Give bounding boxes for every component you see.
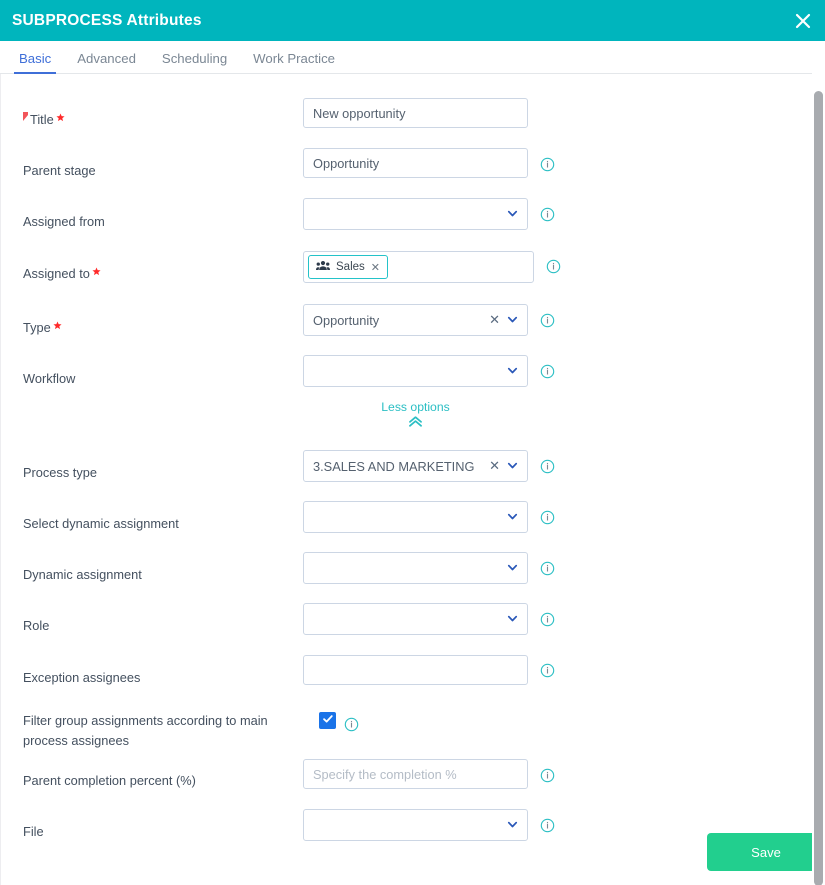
field-label-workflow: Workflow xyxy=(23,369,288,389)
select-workflow[interactable] xyxy=(303,355,528,387)
scrollbar-thumb[interactable] xyxy=(814,91,823,885)
field-label-dynamic-assignment: Dynamic assignment xyxy=(23,565,288,585)
field-label-filter-group-assignments: Filter group assignments according to ma… xyxy=(23,711,273,751)
double-chevron-up-icon xyxy=(303,415,528,433)
label-text: Type xyxy=(23,320,51,335)
close-button[interactable] xyxy=(781,0,825,41)
page-title: SUBPROCESS Attributes xyxy=(12,11,202,29)
info-icon[interactable] xyxy=(540,768,555,783)
label-text: Dynamic assignment xyxy=(23,567,142,582)
label-text: Select dynamic assignment xyxy=(23,516,179,531)
label-text: Exception assignees xyxy=(23,670,141,685)
select-type[interactable]: Opportunity ✕ xyxy=(303,304,528,336)
select-role[interactable] xyxy=(303,603,528,635)
tab-bar: Basic Advanced Scheduling Work Practice xyxy=(0,41,812,75)
input-exception-assignees[interactable] xyxy=(303,655,528,685)
required-asterisk-icon xyxy=(92,266,101,280)
input-title[interactable]: New opportunity xyxy=(303,98,528,128)
input-parent-stage[interactable]: Opportunity xyxy=(303,148,528,178)
select-dynamic-assignment[interactable] xyxy=(303,552,528,584)
label-text: Workflow xyxy=(23,371,76,386)
tab-basic[interactable]: Basic xyxy=(6,52,64,75)
field-value: Opportunity xyxy=(313,312,380,328)
tag-remove-icon[interactable]: ✕ xyxy=(371,261,380,274)
select-file[interactable] xyxy=(303,809,528,841)
field-value: 3.SALES AND MARKETING xyxy=(313,458,475,474)
field-value: Opportunity xyxy=(313,155,380,171)
chevron-down-icon[interactable] xyxy=(507,510,518,525)
form-body: Title New opportunity Parent stage Opportun… xyxy=(0,74,812,885)
field-value: Specify the completion % xyxy=(313,766,457,782)
chevron-down-icon[interactable] xyxy=(507,364,518,379)
label-text: Filter group assignments according to ma… xyxy=(23,713,268,748)
field-label-title: Title xyxy=(23,110,288,130)
tag-label: Sales xyxy=(336,261,365,273)
less-options-label: Less options xyxy=(381,400,450,414)
info-icon[interactable] xyxy=(546,259,561,274)
info-icon[interactable] xyxy=(540,510,555,525)
info-icon[interactable] xyxy=(540,459,555,474)
label-text: Role xyxy=(23,618,50,633)
field-label-assigned-to: Assigned to xyxy=(23,264,288,284)
info-icon[interactable] xyxy=(540,561,555,576)
tab-scheduling[interactable]: Scheduling xyxy=(149,52,240,73)
info-icon[interactable] xyxy=(540,157,555,172)
filter-group-assignments-checkbox[interactable] xyxy=(319,712,336,729)
field-label-type: Type xyxy=(23,318,288,338)
check-icon xyxy=(322,712,334,730)
select-assigned-from[interactable] xyxy=(303,198,528,230)
label-text: Parent completion percent (%) xyxy=(23,773,196,788)
chevron-down-icon[interactable] xyxy=(507,818,518,833)
field-label-exception-assignees: Exception assignees xyxy=(23,668,288,688)
chevron-down-icon[interactable] xyxy=(507,561,518,576)
required-asterisk-icon xyxy=(56,112,65,126)
tab-work-practice[interactable]: Work Practice xyxy=(240,52,348,73)
chevron-down-icon[interactable] xyxy=(507,612,518,627)
info-icon[interactable] xyxy=(540,612,555,627)
dialog-titlebar: SUBPROCESS Attributes xyxy=(0,0,825,41)
label-text: Assigned to xyxy=(23,266,90,281)
field-label-role: Role xyxy=(23,616,288,636)
field-label-process-type: Process type xyxy=(23,463,288,483)
group-icon xyxy=(316,260,330,274)
field-label-parent-completion-percent: Parent completion percent (%) xyxy=(23,771,288,791)
info-icon[interactable] xyxy=(540,207,555,222)
info-icon[interactable] xyxy=(540,364,555,379)
less-options-toggle[interactable]: Less options xyxy=(303,400,528,433)
tab-advanced[interactable]: Advanced xyxy=(64,52,149,73)
required-asterisk-icon xyxy=(53,320,62,334)
info-icon[interactable] xyxy=(540,663,555,678)
save-button[interactable]: Save xyxy=(707,833,825,871)
required-flag-icon xyxy=(23,112,28,121)
info-icon[interactable] xyxy=(540,818,555,833)
info-icon[interactable] xyxy=(344,717,359,732)
subprocess-attributes-dialog: SUBPROCESS Attributes Basic Advanced Sched… xyxy=(0,0,825,885)
field-label-parent-stage: Parent stage xyxy=(23,161,288,181)
field-label-assigned-from: Assigned from xyxy=(23,212,288,232)
info-icon[interactable] xyxy=(540,313,555,328)
select-process-type[interactable]: 3.SALES AND MARKETING ✕ xyxy=(303,450,528,482)
label-text: Assigned from xyxy=(23,214,105,229)
label-text: Parent stage xyxy=(23,163,96,178)
input-parent-completion-percent[interactable]: Specify the completion % xyxy=(303,759,528,789)
chevron-down-icon[interactable] xyxy=(507,207,518,222)
clear-icon[interactable]: ✕ xyxy=(489,458,500,474)
select-select-dynamic-assignment[interactable] xyxy=(303,501,528,533)
chevron-down-icon[interactable] xyxy=(507,313,518,328)
tag-chip[interactable]: Sales ✕ xyxy=(308,255,388,279)
field-value: New opportunity xyxy=(313,105,406,121)
field-label-select-dynamic-assignment: Select dynamic assignment xyxy=(23,514,288,534)
chevron-down-icon[interactable] xyxy=(507,459,518,474)
scrollbar-track[interactable] xyxy=(812,41,825,885)
label-text: Process type xyxy=(23,465,97,480)
clear-icon[interactable]: ✕ xyxy=(489,312,500,328)
field-label-file: File xyxy=(23,822,288,842)
close-icon xyxy=(793,11,813,31)
label-text: Title xyxy=(30,112,54,127)
label-text: File xyxy=(23,824,44,839)
tag-input-assigned-to[interactable]: Sales ✕ xyxy=(303,251,534,283)
